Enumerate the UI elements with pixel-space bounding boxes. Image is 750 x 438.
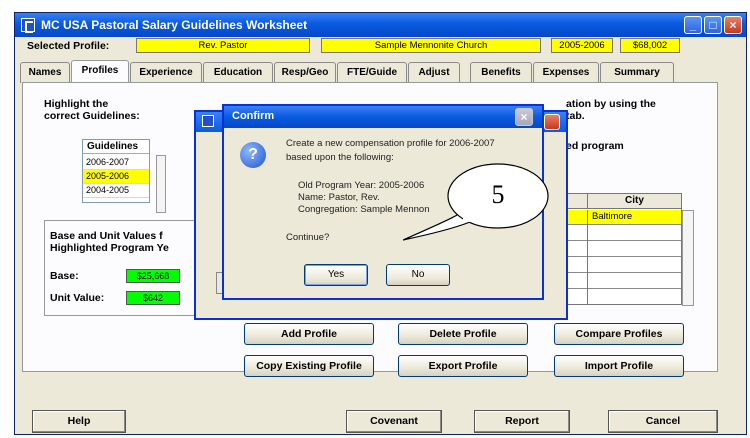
unit-value-label: Unit Value: [50, 292, 105, 304]
no-button[interactable]: No [386, 264, 450, 286]
dialog-question: Continue? [286, 232, 330, 243]
window-title: MC USA Pastoral Salary Guidelines Worksh… [41, 18, 308, 32]
city-row-4[interactable] [567, 258, 681, 273]
covenant-button[interactable]: Covenant [346, 410, 442, 433]
city-grid[interactable]: City Baltimore [566, 193, 682, 305]
background-dialog-icon [202, 115, 214, 127]
instruction-line-2: correct Guidelines: [44, 110, 140, 122]
callout-joint [463, 214, 479, 222]
city-row-5[interactable] [567, 274, 681, 289]
dialog-name: Name: Pastor, Rev. [298, 192, 380, 203]
city-header: City [587, 194, 681, 209]
city-row-1[interactable]: Baltimore [587, 210, 681, 225]
confirm-dialog-title: Confirm [232, 110, 275, 122]
tab-expenses[interactable]: Expenses [533, 62, 599, 83]
copy-existing-profile-button[interactable]: Copy Existing Profile [244, 355, 374, 377]
guidelines-scrollbar[interactable] [156, 155, 166, 213]
city-row-3[interactable] [567, 242, 681, 257]
base-unit-heading-2: Highlighted Program Ye [50, 242, 169, 254]
guidelines-list[interactable]: Guidelines 2006-2007 2005-2006 2004-2005 [82, 139, 150, 203]
report-button[interactable]: Report [474, 410, 570, 433]
right-program-label: ed program [566, 140, 624, 152]
minimize-button[interactable]: _ [684, 16, 702, 34]
cancel-button[interactable]: Cancel [608, 410, 718, 433]
base-unit-heading-1: Base and Unit Values f [50, 230, 163, 242]
delete-profile-button[interactable]: Delete Profile [398, 323, 528, 345]
yes-button[interactable]: Yes [304, 264, 368, 286]
base-value: $25,668 [126, 269, 180, 283]
tab-fte-guide[interactable]: FTE/Guide [337, 62, 407, 83]
close-button[interactable]: × [724, 16, 742, 34]
tab-names[interactable]: Names [20, 62, 70, 83]
maximize-button[interactable]: □ [704, 16, 722, 34]
tab-profiles[interactable]: Profiles [71, 60, 129, 83]
add-profile-button[interactable]: Add Profile [244, 323, 374, 345]
guideline-2004-2005[interactable]: 2004-2005 [83, 184, 149, 198]
city-grid-scrollbar[interactable] [682, 210, 694, 306]
base-label: Base: [50, 270, 79, 282]
guideline-2006-2007[interactable]: 2006-2007 [83, 156, 149, 170]
right-instruction-2: tab. [566, 110, 585, 122]
amount-field: $68,002 [620, 38, 680, 53]
callout-pointer [402, 214, 471, 241]
help-button[interactable]: Help [32, 410, 126, 433]
title-bar: MC USA Pastoral Salary Guidelines Worksh… [15, 13, 746, 37]
city-column-divider [587, 210, 588, 304]
guidelines-header: Guidelines [83, 140, 149, 154]
profile-name-field: Rev. Pastor [136, 38, 310, 53]
city-row-1-prev[interactable] [567, 210, 587, 225]
export-profile-button[interactable]: Export Profile [398, 355, 528, 377]
compare-profiles-button[interactable]: Compare Profiles [554, 323, 684, 345]
import-profile-button[interactable]: Import Profile [554, 355, 684, 377]
background-dialog-close-icon[interactable] [544, 114, 560, 130]
confirm-dialog-titlebar: Confirm × [224, 106, 542, 128]
unit-value: $642 [126, 291, 180, 305]
callout-number: 5 [491, 180, 505, 209]
church-field: Sample Mennonite Church [321, 38, 541, 53]
right-instruction-1: ation by using the [566, 98, 656, 110]
tab-adjust[interactable]: Adjust [408, 62, 460, 83]
confirm-close-icon[interactable]: × [515, 108, 533, 126]
city-row-2[interactable] [567, 226, 681, 241]
selected-profile-label: Selected Profile: [27, 40, 110, 52]
dialog-line-1: Create a new compensation profile for 20… [286, 138, 495, 149]
tab-experience[interactable]: Experience [130, 62, 202, 83]
tab-summary[interactable]: Summary [600, 62, 674, 83]
instruction-line-1: Highlight the [44, 98, 109, 110]
tab-resp-geo[interactable]: Resp/Geo [274, 62, 336, 83]
question-icon: ? [240, 142, 266, 168]
guideline-2005-2006[interactable]: 2005-2006 [83, 170, 149, 184]
year-field: 2005-2006 [551, 38, 613, 53]
dialog-line-2: based upon the following: [286, 152, 394, 163]
app-icon [21, 18, 35, 33]
tab-benefits[interactable]: Benefits [470, 62, 532, 83]
tab-education[interactable]: Education [203, 62, 273, 83]
callout-annotation [402, 163, 549, 241]
